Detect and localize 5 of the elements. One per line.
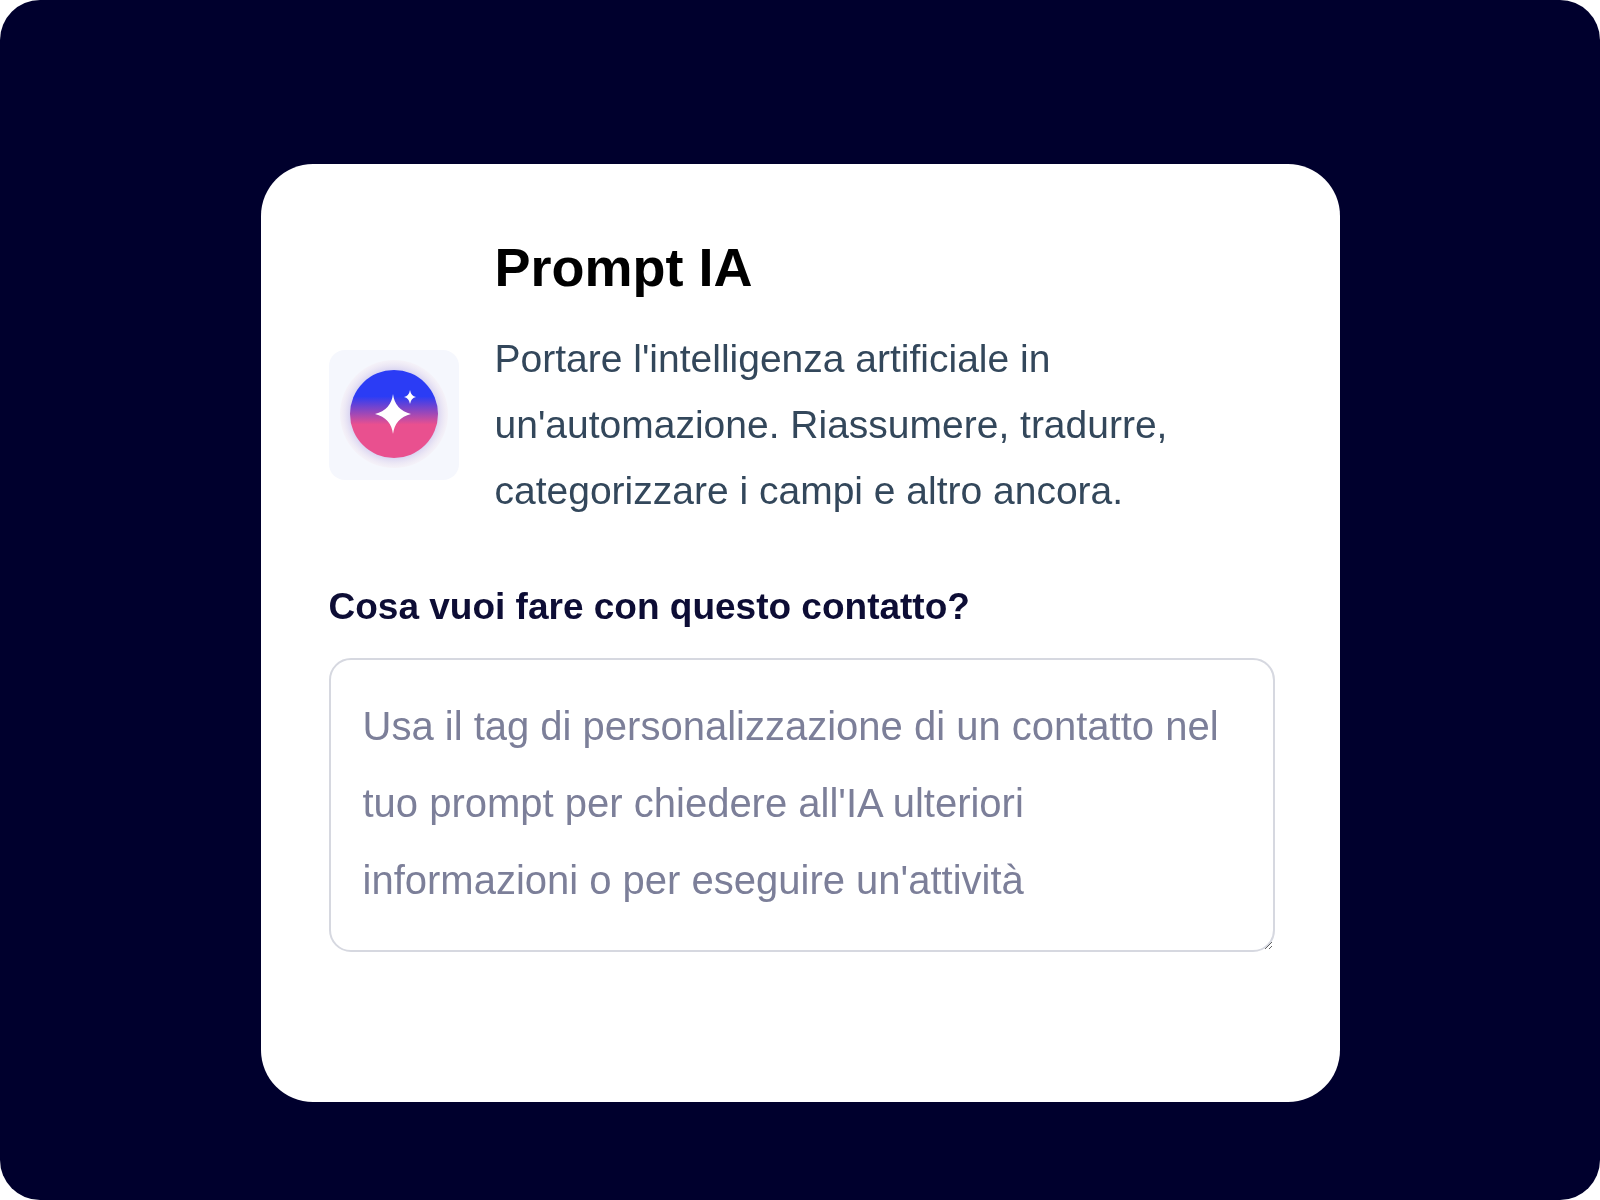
sparkle-icon: [328, 350, 459, 480]
field-label: Cosa vuoi fare con questo contatto?: [328, 586, 971, 628]
prompt-field[interactable]: Usa il tag di personalizzazione di un contatto nel tuo prompt per chiedere all'IA ulteriori informazioni o per eseguire un'attività: [328, 658, 1275, 952]
card-title: Prompt IA: [494, 236, 754, 298]
card-description: Portare l'intelligenza artificiale in un'automazione. Riassumere, tradurre, categorizzare i campi e altro ancora.: [494, 336, 1169, 514]
